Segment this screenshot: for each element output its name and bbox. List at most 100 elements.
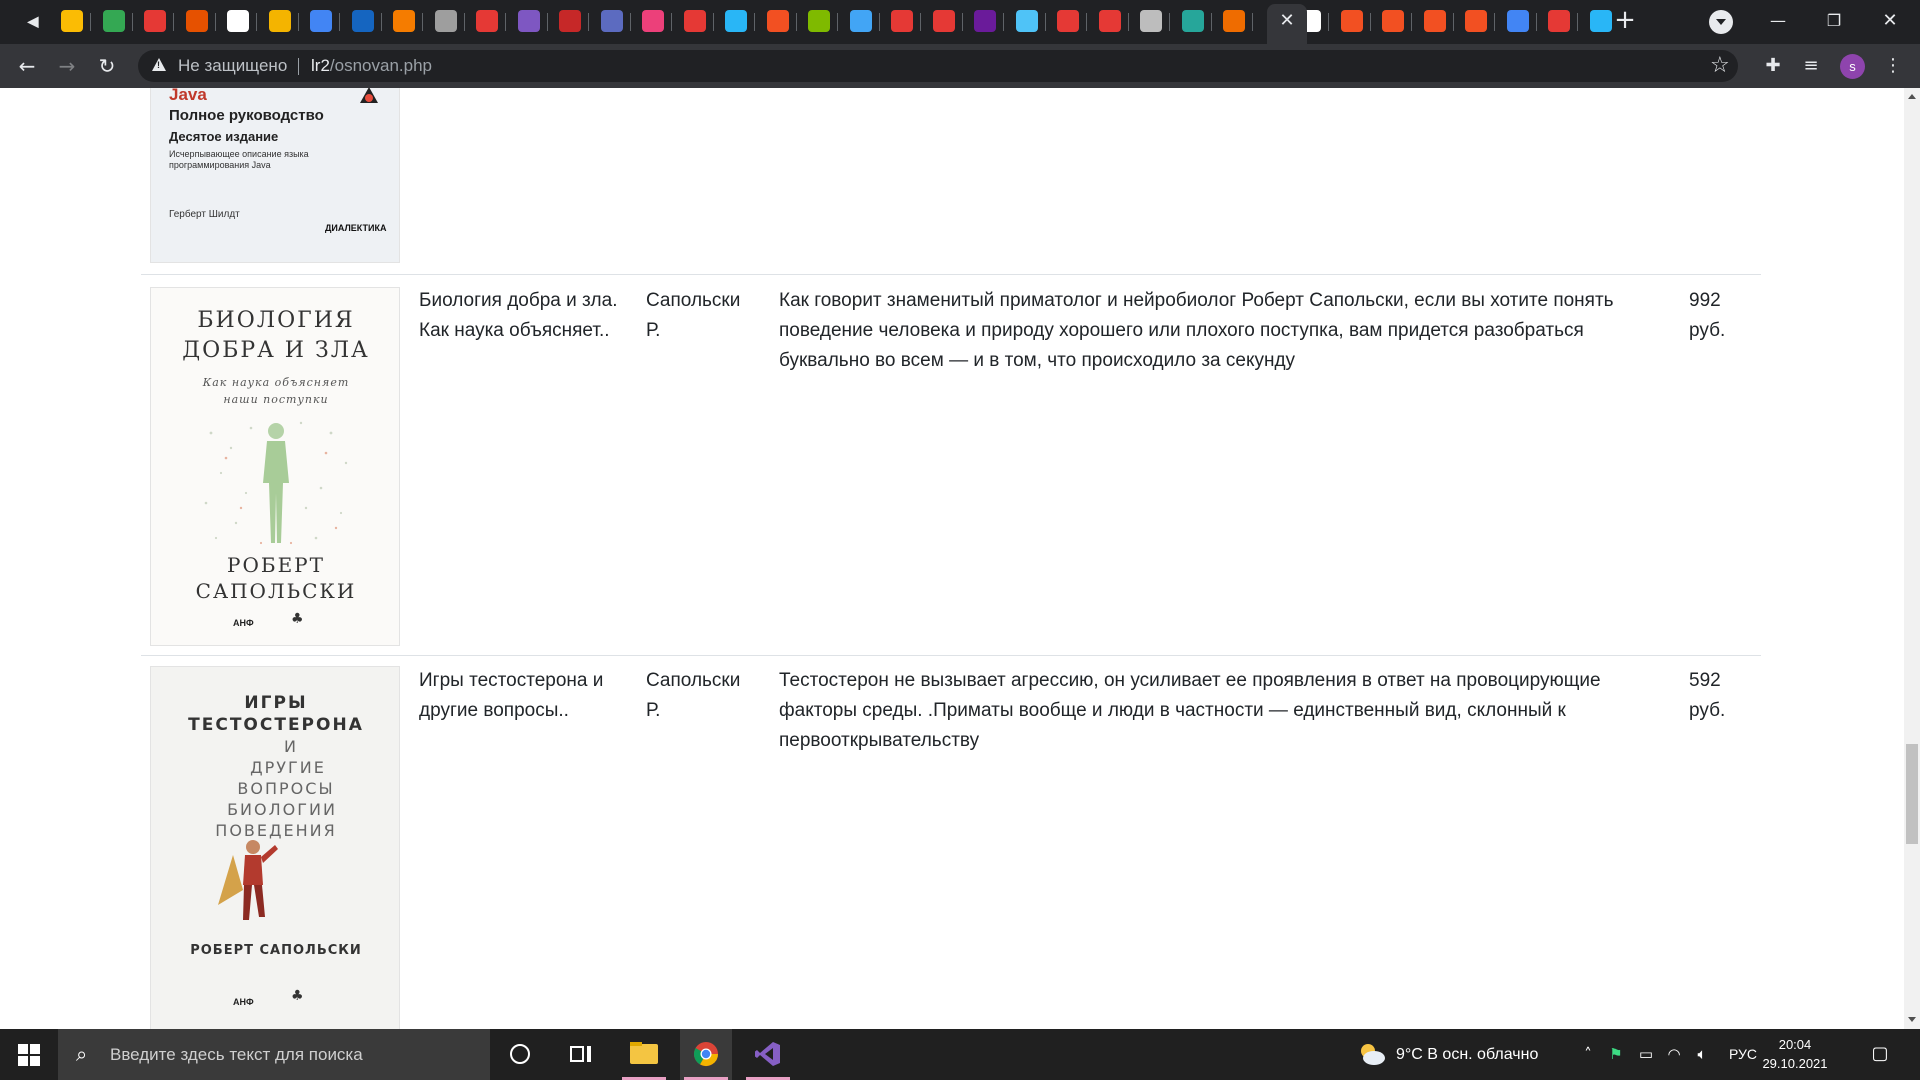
notifications-icon[interactable]: ▢	[1870, 1044, 1890, 1064]
tab-favicon[interactable]	[268, 10, 291, 32]
tab-favicon[interactable]	[1223, 10, 1245, 32]
tab-favicon[interactable]	[600, 10, 623, 32]
flag-icon[interactable]: ⚑	[1606, 1044, 1626, 1064]
restore-button[interactable]: ❐	[1814, 6, 1854, 36]
tab-favicon[interactable]	[1098, 10, 1121, 32]
browser-toolbar: ← → ↻ Не защищено lr2/osnovan.php ☆ ✚ ≡ …	[0, 44, 1920, 88]
tab-favicon[interactable]	[891, 10, 913, 32]
tab-favicon[interactable]	[517, 10, 540, 32]
scroll-down-arrow-icon[interactable]	[1908, 1017, 1916, 1022]
address-bar[interactable]: Не защищено lr2/osnovan.php	[138, 50, 1738, 82]
close-window-button[interactable]: ✕	[1870, 6, 1910, 36]
tab-favicon[interactable]	[1465, 10, 1487, 32]
book-title: Игры тестостерона и другие вопросы..	[419, 670, 604, 721]
arrow-left-icon[interactable]: ←	[12, 51, 42, 81]
tab-favicon[interactable]	[61, 10, 83, 32]
clock[interactable]: 20:04 29.10.2021	[1760, 1035, 1830, 1073]
tab-favicon[interactable]	[974, 10, 996, 32]
row-divider	[141, 655, 1761, 656]
tab-favicon[interactable]	[310, 10, 332, 32]
tab-favicon[interactable]	[1423, 10, 1446, 32]
tab-favicon[interactable]	[1340, 10, 1363, 32]
tab-favicon[interactable]	[849, 10, 872, 32]
minimize-button[interactable]: —	[1758, 6, 1798, 36]
tab-favicon[interactable]	[351, 10, 374, 32]
tab-favicon[interactable]	[144, 10, 166, 32]
cover-publisher: ДИАЛЕКТИКА	[325, 223, 387, 233]
tab-favicon[interactable]	[932, 10, 955, 32]
tab-separator	[131, 13, 133, 31]
chrome-icon[interactable]	[680, 1029, 732, 1080]
battery-icon[interactable]: ▭	[1636, 1044, 1656, 1064]
tab-separator	[297, 13, 299, 31]
speaker-mute-icon[interactable]: ◀	[22, 10, 44, 32]
volume-icon[interactable]: 🔈︎	[1692, 1044, 1712, 1064]
tab-strip: ◀ ✕ + — ❐ ✕	[0, 0, 1920, 44]
book-price: 592 руб.	[1689, 670, 1726, 721]
cover-subtitle-line2: наши поступки	[223, 393, 329, 406]
search-placeholder: Введите здесь текст для поиска	[110, 1045, 363, 1064]
tab-favicon[interactable]	[1181, 10, 1204, 32]
reload-icon[interactable]: ↻	[92, 51, 122, 81]
tab-favicon[interactable]	[227, 10, 249, 32]
windows-start-icon[interactable]	[18, 1044, 40, 1066]
tab-favicon[interactable]	[1057, 10, 1079, 32]
new-tab-button[interactable]: +	[1612, 7, 1638, 34]
tab-favicon[interactable]	[1382, 10, 1404, 32]
tab-favicon[interactable]	[683, 10, 706, 32]
kebab-menu-icon[interactable]: ⋮	[1880, 53, 1906, 79]
page-viewport: Java Полное руководство Десятое издание …	[0, 88, 1904, 1029]
taskbar-search[interactable]: ⌕ Введите здесь текст для поиска	[58, 1029, 490, 1080]
url-text[interactable]: lr2/osnovan.php	[311, 50, 432, 82]
cover-line: И	[284, 737, 298, 756]
tab-separator	[1411, 13, 1412, 31]
tab-favicon[interactable]	[725, 10, 747, 32]
tab-favicon[interactable]	[642, 10, 664, 32]
human-figure-icon	[204, 421, 348, 545]
tab-favicon[interactable]	[808, 10, 830, 32]
tab-separator	[422, 13, 423, 31]
close-tab-icon[interactable]: ✕	[1277, 10, 1297, 32]
scrollbar-thumb[interactable]	[1906, 744, 1918, 844]
task-view-icon[interactable]	[554, 1029, 606, 1080]
tab-separator	[1127, 13, 1129, 31]
file-explorer-icon[interactable]	[618, 1029, 670, 1080]
book-price: 992 руб.	[1689, 290, 1726, 341]
tab-favicon[interactable]	[1589, 10, 1612, 32]
wifi-icon[interactable]: ◠	[1664, 1044, 1684, 1064]
cover-line: ВОПРОСЫ	[237, 779, 335, 798]
profile-avatar[interactable]: s	[1840, 54, 1865, 79]
tab-favicon[interactable]	[393, 10, 415, 32]
tree-logo-icon: ♣	[291, 611, 304, 627]
tab-separator	[256, 13, 257, 31]
tab-separator	[214, 13, 216, 31]
tab-separator	[90, 13, 91, 31]
scroll-up-arrow-icon[interactable]	[1908, 94, 1916, 99]
vertical-scrollbar[interactable]	[1904, 88, 1920, 1029]
visual-studio-icon[interactable]	[742, 1029, 794, 1080]
weather-text[interactable]: 9°C В осн. облачно	[1396, 1029, 1538, 1080]
tab-separator	[1577, 13, 1578, 31]
cover-title-line2: Полное руководство	[169, 107, 324, 124]
tab-favicon[interactable]	[434, 10, 457, 32]
media-queue-icon[interactable]: ≡	[1798, 53, 1824, 79]
star-icon[interactable]: ☆	[1710, 51, 1730, 81]
tab-favicon[interactable]	[1506, 10, 1529, 32]
security-status[interactable]: Не защищено	[178, 50, 287, 82]
cortana-icon[interactable]	[494, 1029, 546, 1080]
tab-favicon[interactable]	[1015, 10, 1038, 32]
arrow-right-icon[interactable]: →	[52, 51, 82, 81]
tab-separator	[920, 13, 921, 31]
chevron-up-icon[interactable]: ˄	[1578, 1044, 1598, 1064]
tab-favicon[interactable]	[1140, 10, 1162, 32]
tab-favicon[interactable]	[766, 10, 789, 32]
tab-favicon[interactable]	[102, 10, 125, 32]
tab-favicon[interactable]	[476, 10, 498, 32]
language-indicator[interactable]: РУС	[1729, 1029, 1757, 1080]
tab-favicon[interactable]	[185, 10, 208, 32]
puzzle-icon[interactable]: ✚	[1760, 53, 1786, 79]
tab-favicon[interactable]	[1548, 10, 1570, 32]
tab-search-button[interactable]	[1709, 10, 1733, 34]
tab-favicon[interactable]	[559, 10, 581, 32]
book-author: Сапольски Р.	[646, 670, 741, 721]
